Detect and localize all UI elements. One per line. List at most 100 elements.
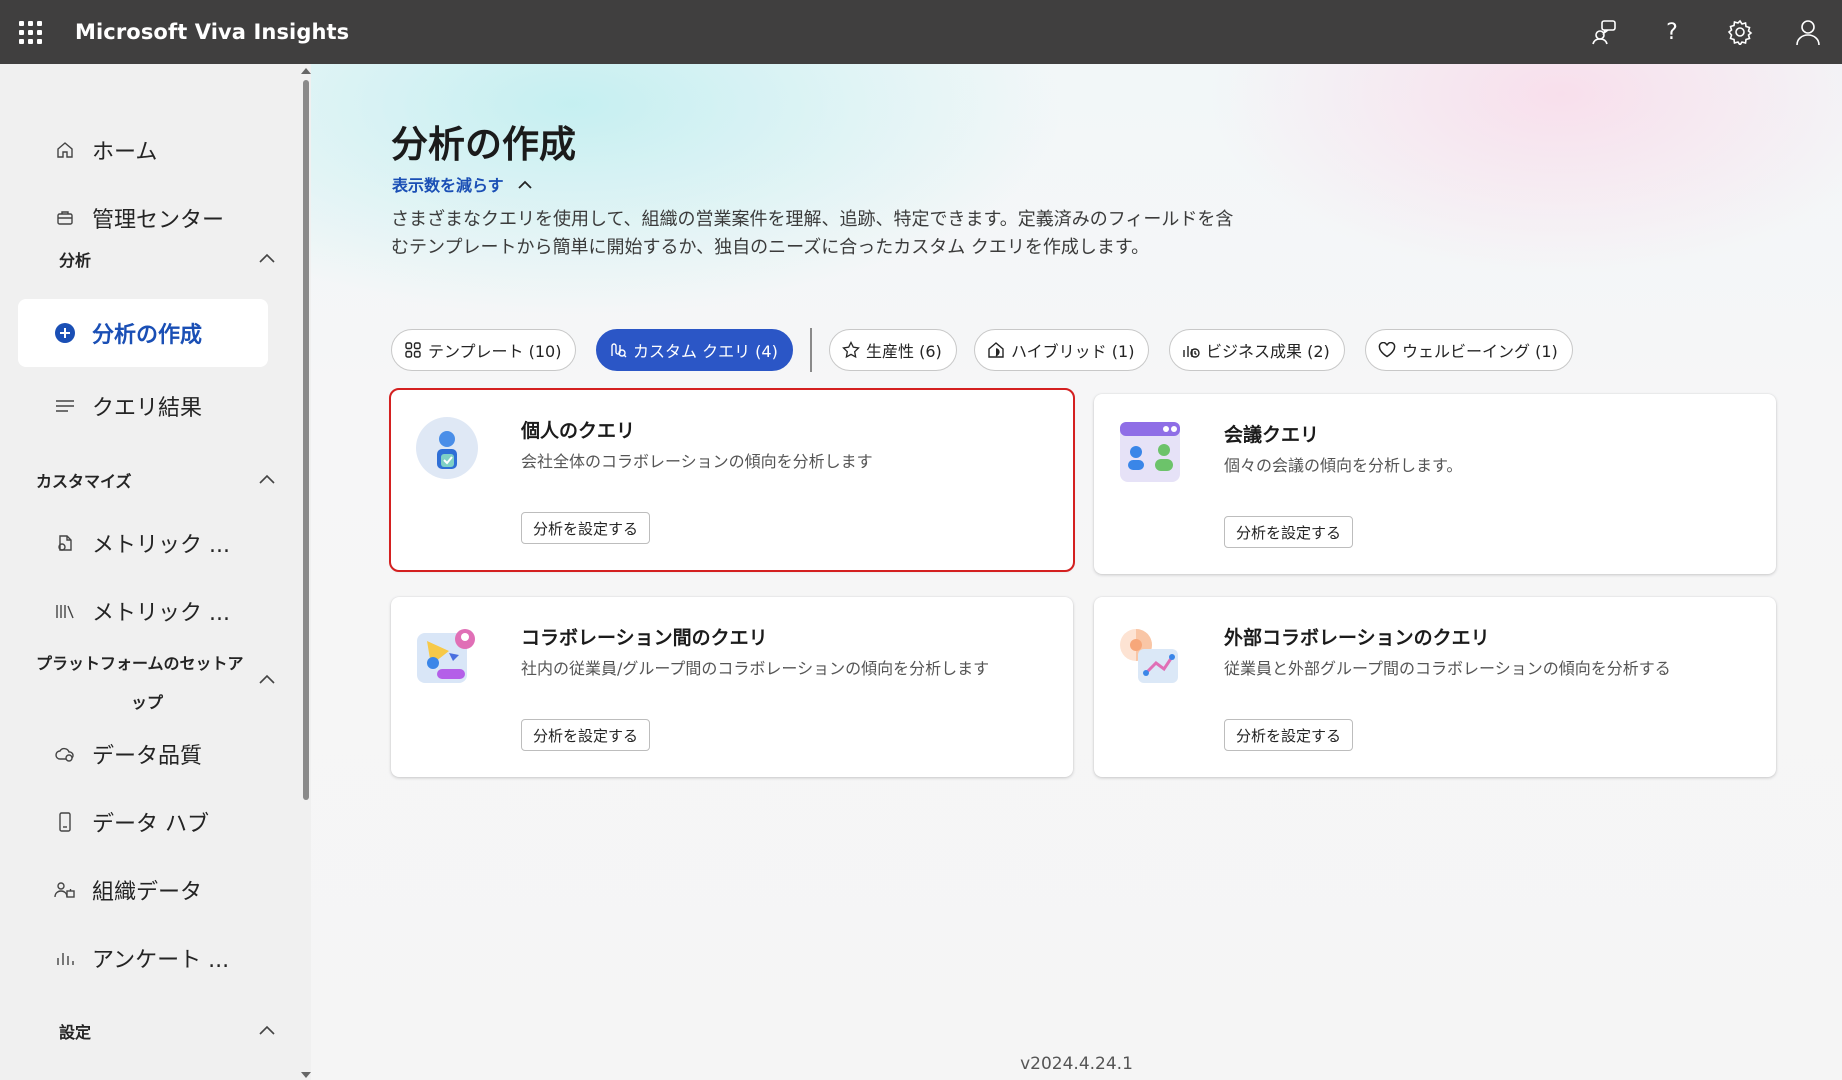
scroll-down-arrow-icon[interactable] bbox=[301, 1072, 311, 1078]
query-card-personal[interactable]: 個人のクエリ 会社全体のコラボレーションの傾向を分析します 分析を設定する bbox=[389, 388, 1075, 572]
home-icon bbox=[54, 139, 76, 161]
list-icon bbox=[54, 395, 76, 417]
section-title: カスタマイズ bbox=[36, 472, 132, 491]
show-less-link[interactable]: 表示数を減らす bbox=[392, 172, 532, 196]
data-hub-icon bbox=[54, 811, 76, 833]
filter-custom-query[interactable]: カスタム クエリ (4) bbox=[596, 329, 793, 371]
add-circle-icon bbox=[54, 322, 76, 344]
filter-label: カスタム クエリ (4) bbox=[633, 342, 778, 361]
settings-button[interactable] bbox=[1706, 0, 1774, 64]
filter-divider bbox=[810, 328, 812, 372]
account-button[interactable] bbox=[1774, 0, 1842, 64]
sidebar-item-metrics-library[interactable]: メトリック ... bbox=[18, 577, 268, 645]
filter-label: ウェルビーイング (1) bbox=[1402, 342, 1558, 361]
sidebar-item-metrics[interactable]: メトリック ... bbox=[18, 509, 268, 577]
sidebar-item-home[interactable]: ホーム bbox=[18, 116, 268, 184]
section-title: 設定 bbox=[59, 1023, 92, 1042]
sidebar-item-label: データ品質 bbox=[92, 744, 203, 769]
chevron-up-icon bbox=[258, 668, 276, 692]
sidebar-item-label: アンケート ... bbox=[92, 948, 230, 973]
hybrid-icon bbox=[987, 341, 1005, 359]
filter-label: ビジネス成果 (2) bbox=[1206, 342, 1330, 361]
chevron-up-icon bbox=[258, 470, 276, 489]
section-settings-header[interactable]: 設定 bbox=[36, 1019, 276, 1043]
sidebar-item-label: 管理センター bbox=[92, 208, 225, 233]
external-collab-query-icon bbox=[1120, 629, 1178, 683]
filter-label: ハイブリッド (1) bbox=[1011, 342, 1135, 361]
sidebar-item-query-results[interactable]: クエリ結果 bbox=[18, 372, 268, 440]
help-icon: ? bbox=[1666, 19, 1678, 45]
sidebar-item-label: 分析の作成 bbox=[92, 323, 203, 348]
chevron-up-icon bbox=[258, 1021, 276, 1040]
sidebar-item-label: メトリック ... bbox=[92, 601, 230, 626]
filter-label: 生産性 (6) bbox=[866, 342, 942, 361]
card-description: 従業員と外部グループ間のコラボレーションの傾向を分析する bbox=[1224, 659, 1671, 678]
section-title: プラットフォームのセットア bbox=[36, 654, 244, 673]
filter-templates[interactable]: テンプレート (10) bbox=[391, 329, 577, 371]
filter-hybrid[interactable]: ハイブリッド (1) bbox=[974, 329, 1150, 371]
chevron-up-icon bbox=[258, 249, 276, 268]
card-title: 会議クエリ bbox=[1224, 424, 1320, 446]
filter-wellbeing[interactable]: ウェルビーイング (1) bbox=[1365, 329, 1573, 371]
query-card-cross-collaboration[interactable]: コラボレーション間のクエリ 社内の従業員/グループ間のコラボレーションの傾向を分… bbox=[391, 597, 1073, 777]
sidebar-nav: ホーム 管理センター 分析 分析の作成 クエリ結果 カスタマイズ メトリック .… bbox=[0, 64, 300, 1080]
sidebar-item-label: データ ハブ bbox=[92, 812, 209, 837]
sidebar-scrollbar[interactable] bbox=[300, 64, 311, 1080]
grid-icon bbox=[404, 341, 422, 359]
card-description: 社内の従業員/グループ間のコラボレーションの傾向を分析します bbox=[521, 659, 990, 678]
query-card-meeting[interactable]: 会議クエリ 個々の会議の傾向を分析します。 分析を設定する bbox=[1094, 394, 1776, 574]
feedback-icon bbox=[1592, 20, 1616, 45]
scroll-up-arrow-icon[interactable] bbox=[301, 68, 311, 74]
sidebar-item-survey[interactable]: アンケート ... bbox=[18, 924, 268, 992]
section-title-continued: ップ bbox=[131, 693, 164, 712]
metric-icon bbox=[54, 532, 76, 554]
waffle-icon bbox=[18, 20, 42, 44]
page-title: 分析の作成 bbox=[391, 123, 576, 166]
card-title: 個人のクエリ bbox=[521, 420, 636, 442]
settings-icon bbox=[1727, 19, 1753, 45]
main-content: 分析の作成 表示数を減らす さまざまなクエリを使用して、組織の営業案件を理解、追… bbox=[311, 64, 1842, 1080]
filter-business-outcomes[interactable]: ビジネス成果 (2) bbox=[1169, 329, 1345, 371]
sidebar-item-org-data[interactable]: 組織データ bbox=[18, 856, 268, 924]
card-title: 外部コラボレーションのクエリ bbox=[1224, 627, 1490, 649]
setup-analysis-button[interactable]: 分析を設定する bbox=[1224, 719, 1354, 751]
setup-analysis-button[interactable]: 分析を設定する bbox=[521, 719, 651, 751]
app-launcher-button[interactable] bbox=[0, 0, 60, 64]
sidebar-item-label: ホーム bbox=[92, 140, 158, 165]
star-icon bbox=[842, 341, 860, 359]
briefcase-icon bbox=[54, 207, 76, 229]
top-bar: Microsoft Viva Insights ? bbox=[0, 0, 1842, 64]
sidebar-item-label: クエリ結果 bbox=[92, 396, 203, 421]
sidebar-item-label: メトリック ... bbox=[92, 533, 230, 558]
card-description: 個々の会議の傾向を分析します。 bbox=[1224, 456, 1463, 475]
card-description: 会社全体のコラボレーションの傾向を分析します bbox=[521, 452, 873, 471]
section-platform-header[interactable]: プラットフォームのセットア ップ bbox=[36, 652, 276, 715]
filter-productivity[interactable]: 生産性 (6) bbox=[829, 329, 957, 371]
chevron-up-icon bbox=[518, 175, 532, 194]
sidebar-item-create-analysis[interactable]: 分析の作成 bbox=[18, 299, 268, 367]
scrollbar-thumb[interactable] bbox=[303, 80, 309, 800]
custom-query-icon bbox=[609, 341, 627, 359]
feedback-button[interactable] bbox=[1570, 0, 1638, 64]
section-analysis-header[interactable]: 分析 bbox=[36, 247, 276, 271]
sidebar-item-label: 組織データ bbox=[92, 880, 203, 905]
heart-icon bbox=[1378, 341, 1396, 359]
section-title: 分析 bbox=[59, 251, 92, 270]
person-query-icon bbox=[416, 417, 478, 479]
app-title[interactable]: Microsoft Viva Insights bbox=[75, 20, 349, 44]
library-icon bbox=[54, 600, 76, 622]
sidebar-item-data-hub[interactable]: データ ハブ bbox=[18, 788, 268, 856]
setup-analysis-button[interactable]: 分析を設定する bbox=[521, 512, 651, 544]
filter-label: テンプレート (10) bbox=[428, 342, 562, 361]
section-customize-header[interactable]: カスタマイズ bbox=[36, 468, 276, 492]
help-button[interactable]: ? bbox=[1638, 0, 1706, 64]
meeting-query-icon bbox=[1120, 422, 1180, 482]
sidebar-item-data-quality[interactable]: データ品質 bbox=[18, 720, 268, 788]
setup-analysis-button[interactable]: 分析を設定する bbox=[1224, 516, 1354, 548]
query-card-external-collaboration[interactable]: 外部コラボレーションのクエリ 従業員と外部グループ間のコラボレーションの傾向を分… bbox=[1094, 597, 1776, 777]
card-title: コラボレーション間のクエリ bbox=[521, 627, 768, 649]
data-quality-icon bbox=[54, 743, 76, 765]
page-description: さまざまなクエリを使用して、組織の営業案件を理解、追跡、特定できます。定義済みの… bbox=[391, 209, 1234, 258]
survey-icon bbox=[54, 947, 76, 969]
sidebar-item-admin-center[interactable]: 管理センター bbox=[18, 184, 268, 252]
